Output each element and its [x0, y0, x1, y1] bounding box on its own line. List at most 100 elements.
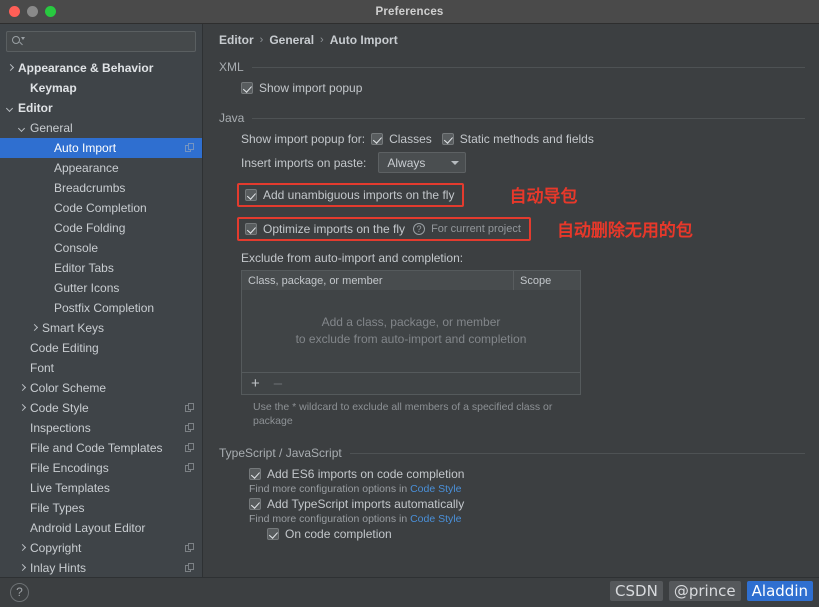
- sidebar-item-live-templates[interactable]: Live Templates: [0, 478, 202, 498]
- breadcrumb-separator: ›: [320, 34, 324, 46]
- sidebar-item-label: Code Completion: [54, 201, 147, 215]
- chevron-down-icon[interactable]: [6, 104, 15, 113]
- chevron-right-icon[interactable]: [18, 404, 27, 413]
- sidebar-item-file-types[interactable]: File Types: [0, 498, 202, 518]
- chevron-right-icon[interactable]: [18, 384, 27, 393]
- add-exclusion-button[interactable]: +: [251, 376, 260, 391]
- dropdown-insert-imports-on-paste[interactable]: Always: [378, 152, 467, 173]
- sidebar-item-copyright[interactable]: Copyright: [0, 538, 202, 558]
- checkbox-static-methods-and-fields[interactable]: [441, 133, 454, 145]
- sidebar-item-smart-keys[interactable]: Smart Keys: [0, 318, 202, 338]
- sidebar-item-file-encodings[interactable]: File Encodings: [0, 458, 202, 478]
- sidebar-item-label: Gutter Icons: [54, 281, 120, 295]
- remove-exclusion-button: –: [273, 375, 283, 392]
- zoom-window-button[interactable]: [45, 6, 56, 17]
- sidebar-item-label: Code Editing: [30, 341, 99, 355]
- sidebar-item-code-completion[interactable]: Code Completion: [0, 198, 202, 218]
- row-on-code-completion[interactable]: On code completion: [267, 527, 805, 541]
- sidebar-item-code-folding[interactable]: Code Folding: [0, 218, 202, 238]
- checkbox-optimize-imports-on-the-fly[interactable]: [245, 222, 257, 235]
- section-title-xml: XML: [219, 60, 244, 74]
- sidebar-item-label: File Encodings: [30, 461, 109, 475]
- row-insert-imports-on-paste: Insert imports on paste: Always: [241, 152, 805, 173]
- window-titlebar: Preferences: [0, 0, 819, 24]
- sidebar-item-file-and-code-templates[interactable]: File and Code Templates: [0, 438, 202, 458]
- chevron-down-icon[interactable]: [18, 124, 27, 133]
- breadcrumb-item-0[interactable]: Editor: [219, 33, 254, 47]
- checkbox-on-code-completion[interactable]: [267, 528, 279, 540]
- sidebar-item-editor[interactable]: Editor: [0, 98, 202, 118]
- checkbox-show-import-popup[interactable]: [241, 82, 253, 94]
- sidebar-item-font[interactable]: Font: [0, 358, 202, 378]
- highlight-box-add-unambiguous: Add unambiguous imports on the fly: [237, 182, 465, 207]
- sidebar-item-console[interactable]: Console: [0, 238, 202, 258]
- help-button[interactable]: ?: [10, 583, 29, 602]
- row-add-typescript-imports[interactable]: Add TypeScript imports automatically: [249, 497, 805, 511]
- sidebar-item-code-style[interactable]: Code Style: [0, 398, 202, 418]
- sidebar-item-code-editing[interactable]: Code Editing: [0, 338, 202, 358]
- sidebar-item-postfix-completion[interactable]: Postfix Completion: [0, 298, 202, 318]
- sidebar-item-android-layout-editor[interactable]: Android Layout Editor: [0, 518, 202, 538]
- search-icon: [12, 35, 25, 48]
- minimize-window-button[interactable]: [27, 6, 38, 17]
- label-classes: Classes: [389, 132, 432, 146]
- chevron-right-icon[interactable]: [18, 564, 27, 573]
- label-add-typescript-imports-automatically: Add TypeScript imports automatically: [267, 497, 465, 511]
- chevron-down-icon: [451, 160, 460, 165]
- sidebar-item-auto-import[interactable]: Auto Import: [0, 138, 202, 158]
- sidebar-item-label: General: [30, 121, 73, 135]
- link-code-style-2[interactable]: Code Style: [410, 513, 461, 525]
- sidebar-item-label: File Types: [30, 501, 85, 515]
- help-icon[interactable]: ?: [413, 222, 426, 235]
- sidebar-item-color-scheme[interactable]: Color Scheme: [0, 378, 202, 398]
- search-box[interactable]: [6, 31, 196, 52]
- checkbox-classes[interactable]: [371, 133, 384, 145]
- chevron-right-icon[interactable]: [18, 544, 27, 553]
- section-title-java: Java: [219, 111, 245, 125]
- settings-tree: Appearance & Behavior Keymap Editor General…: [0, 58, 202, 577]
- row-show-import-popup[interactable]: Show import popup: [241, 81, 805, 95]
- chevron-right-icon[interactable]: [30, 324, 39, 333]
- dropdown-value: Always: [387, 155, 426, 170]
- sidebar-item-inspections[interactable]: Inspections: [0, 418, 202, 438]
- sidebar-item-appearance-behavior[interactable]: Appearance & Behavior: [0, 58, 202, 78]
- sidebar-item-label: Console: [54, 241, 99, 255]
- window-traffic-lights: [0, 6, 56, 17]
- sidebar-item-gutter-icons[interactable]: Gutter Icons: [0, 278, 202, 298]
- sidebar-item-general[interactable]: General: [0, 118, 202, 138]
- hint-find-more-1: Find more configuration options in Code …: [249, 483, 805, 495]
- sidebar-item-inlay-hints[interactable]: Inlay Hints: [0, 558, 202, 577]
- sidebar-item-breadcrumbs[interactable]: Breadcrumbs: [0, 178, 202, 198]
- breadcrumb-item-1[interactable]: General: [269, 33, 314, 47]
- sidebar-item-keymap[interactable]: Keymap: [0, 78, 202, 98]
- sidebar-item-editor-tabs[interactable]: Editor Tabs: [0, 258, 202, 278]
- checkbox-add-typescript-imports-automatically[interactable]: [249, 498, 261, 510]
- exclude-table-body[interactable]: Add a class, package, or member to exclu…: [242, 290, 580, 372]
- section-header-xml: XML: [219, 60, 805, 74]
- column-header-scope[interactable]: Scope: [514, 271, 580, 290]
- breadcrumb-item-2: Auto Import: [329, 33, 398, 47]
- chevron-right-icon[interactable]: [6, 64, 15, 73]
- checkbox-add-unambiguous-imports-on-the-fly[interactable]: [245, 188, 257, 201]
- section-header-typescript: TypeScript / JavaScript: [219, 446, 805, 460]
- sidebar-item-label: Font: [30, 361, 55, 375]
- column-header-class-package-member[interactable]: Class, package, or member: [242, 271, 514, 290]
- row-add-es6-imports[interactable]: Add ES6 imports on code completion: [249, 467, 805, 481]
- search-input[interactable]: [25, 34, 190, 49]
- close-window-button[interactable]: [9, 6, 20, 17]
- section-xml: XML Show import popup: [219, 60, 805, 95]
- label-show-import-popup-for: Show import popup for:: [241, 132, 366, 146]
- sidebar-item-label: Auto Import: [54, 141, 117, 155]
- sidebar-item-label: Postfix Completion: [54, 301, 155, 315]
- breadcrumb: Editor › General › Auto Import: [219, 33, 805, 47]
- exclude-table-header: Class, package, or member Scope: [242, 271, 580, 290]
- sidebar-item-appearance[interactable]: Appearance: [0, 158, 202, 178]
- label-on-code-completion: On code completion: [285, 527, 392, 541]
- link-code-style-1[interactable]: Code Style: [410, 483, 461, 495]
- checkbox-add-es6-imports-on-code-completion[interactable]: [249, 468, 261, 480]
